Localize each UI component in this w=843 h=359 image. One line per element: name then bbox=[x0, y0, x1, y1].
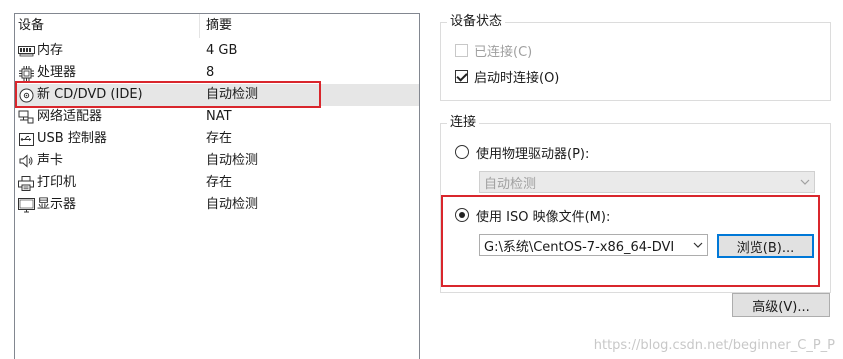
iso-option: 使用 ISO 映像文件(M): bbox=[455, 205, 610, 225]
network-adapter-icon bbox=[17, 109, 35, 125]
iso-path-select[interactable]: G:\系统\CentOS-7-x86_64-DVI bbox=[479, 234, 708, 256]
device-summary: 存在 bbox=[206, 131, 233, 146]
device-name: 新 CD/DVD (IDE) bbox=[37, 87, 143, 102]
device-row-memory[interactable]: 内存 4 GB bbox=[15, 40, 419, 62]
device-summary: 自动检测 bbox=[206, 87, 259, 102]
device-status-title: 设备状态 bbox=[447, 13, 506, 31]
device-summary: 自动检测 bbox=[206, 153, 259, 168]
connect-on-power-on-option: 启动时连接(O) bbox=[455, 66, 559, 86]
advanced-button[interactable]: 高级(V)... bbox=[732, 293, 830, 317]
physical-drive-label: 使用物理驱动器(P): bbox=[476, 146, 590, 162]
iso-radio[interactable] bbox=[455, 208, 469, 222]
device-row-sound-card[interactable]: 声卡 自动检测 bbox=[15, 150, 419, 172]
watermark-text: https://blog.csdn.net/beginner_C_P_P bbox=[593, 338, 835, 353]
connected-label: 已连接(C) bbox=[474, 44, 533, 60]
device-name: 打印机 bbox=[37, 175, 77, 190]
device-list-panel: 设备 摘要 内存 4 GB 处理器 8 新 CD/DVD (IDE) 自动检测 … bbox=[14, 13, 420, 359]
device-name: 声卡 bbox=[37, 153, 64, 168]
connect-on-power-on-label: 启动时连接(O) bbox=[474, 70, 560, 86]
physical-drive-radio[interactable] bbox=[455, 145, 469, 159]
iso-label: 使用 ISO 映像文件(M): bbox=[476, 209, 611, 225]
device-summary: 8 bbox=[206, 65, 215, 80]
device-row-display[interactable]: 显示器 自动检测 bbox=[15, 194, 419, 216]
device-name: 内存 bbox=[37, 43, 64, 58]
physical-drive-option: 使用物理驱动器(P): bbox=[455, 142, 589, 162]
usb-icon bbox=[17, 131, 35, 147]
device-name: USB 控制器 bbox=[37, 131, 107, 146]
device-summary: 自动检测 bbox=[206, 197, 259, 212]
device-status-group: 设备状态 已连接(C) 启动时连接(O) bbox=[440, 13, 831, 101]
device-row-network-adapter[interactable]: 网络适配器 NAT bbox=[15, 106, 419, 128]
memory-icon bbox=[17, 43, 35, 59]
chevron-down-icon bbox=[796, 172, 814, 192]
device-name: 网络适配器 bbox=[37, 109, 103, 124]
device-name: 处理器 bbox=[37, 65, 77, 80]
device-name: 显示器 bbox=[37, 197, 77, 212]
device-summary: 4 GB bbox=[206, 43, 238, 58]
device-rows: 内存 4 GB 处理器 8 新 CD/DVD (IDE) 自动检测 网络适配器 … bbox=[15, 40, 419, 216]
display-icon bbox=[17, 197, 35, 213]
device-list-header: 设备 摘要 bbox=[15, 14, 419, 38]
device-column-header[interactable]: 设备 bbox=[15, 14, 200, 38]
summary-column-header[interactable]: 摘要 bbox=[200, 14, 232, 38]
cpu-icon bbox=[17, 65, 35, 81]
connect-on-power-on-checkbox[interactable] bbox=[455, 69, 468, 83]
physical-drive-value: 自动检测 bbox=[484, 176, 537, 192]
physical-drive-select[interactable]: 自动检测 bbox=[479, 171, 815, 193]
cd-dvd-icon bbox=[17, 87, 35, 103]
connection-title: 连接 bbox=[447, 114, 480, 132]
device-row-printer[interactable]: 打印机 存在 bbox=[15, 172, 419, 194]
connection-group: 连接 使用物理驱动器(P): 自动检测 使用 ISO 映像文件(M): G:\系… bbox=[440, 114, 831, 293]
device-row-usb[interactable]: USB 控制器 存在 bbox=[15, 128, 419, 150]
device-summary: 存在 bbox=[206, 175, 233, 190]
connected-checkbox[interactable] bbox=[455, 43, 468, 57]
device-row-cd-dvd[interactable]: 新 CD/DVD (IDE) 自动检测 bbox=[15, 84, 419, 106]
browse-button[interactable]: 浏览(B)... bbox=[717, 234, 814, 258]
chevron-down-icon bbox=[689, 235, 707, 255]
sound-card-icon bbox=[17, 153, 35, 169]
device-row-cpu[interactable]: 处理器 8 bbox=[15, 62, 419, 84]
device-summary: NAT bbox=[206, 109, 232, 124]
iso-path-value: G:\系统\CentOS-7-x86_64-DVI bbox=[484, 239, 675, 255]
connected-option: 已连接(C) bbox=[455, 40, 532, 60]
printer-icon bbox=[17, 175, 35, 191]
